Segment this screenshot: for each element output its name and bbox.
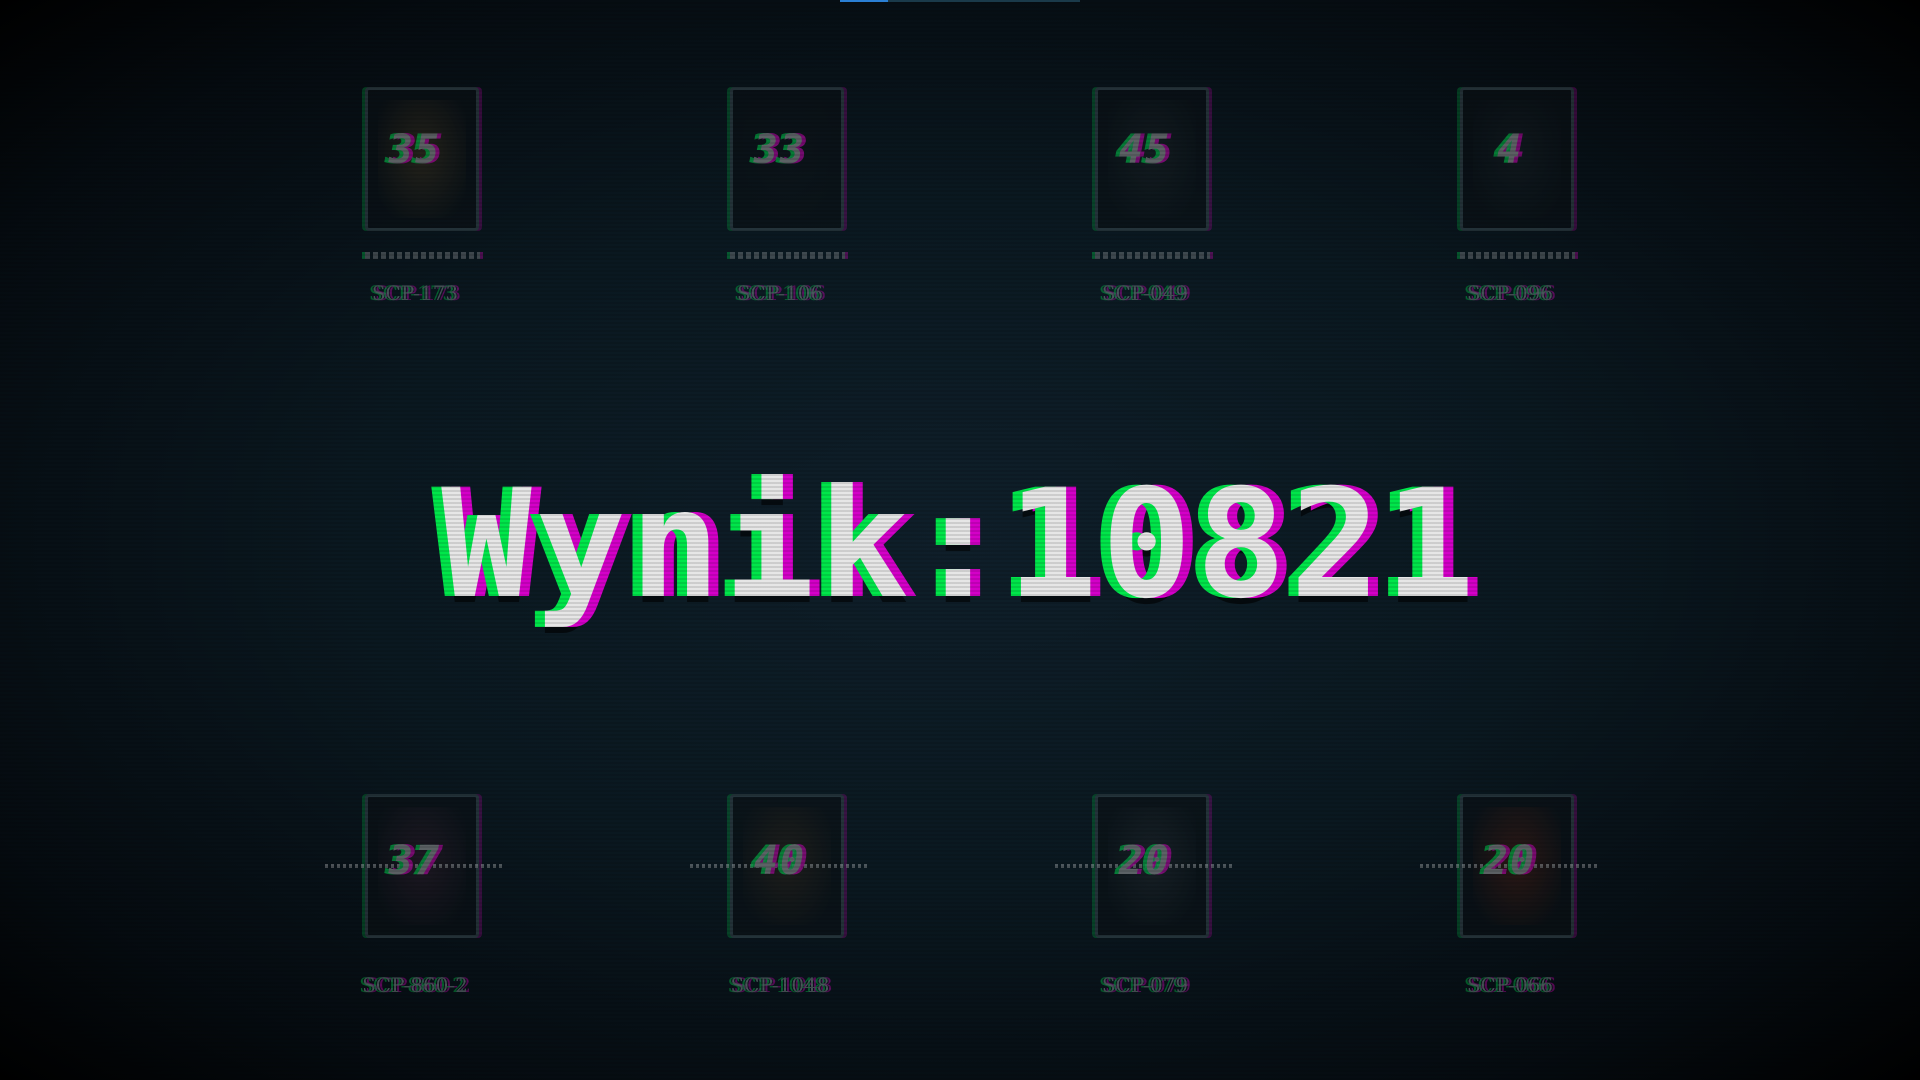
glitch-strip <box>1460 252 1575 259</box>
scp-card[interactable]: 45 SCP-049 <box>1045 85 1245 315</box>
score-label: Wynik <box>441 458 913 632</box>
card-row-bottom: 37 SCP-860-2 40 SCP-1048 20 SCP-079 20 S… <box>0 794 1920 1026</box>
loading-progress-fill <box>840 0 888 2</box>
card-label: SCP-096 <box>1466 281 1554 305</box>
card-code: 45 <box>1118 127 1172 173</box>
score-screen: 35 SCP-173 33 SCP-106 45 SCP-049 4 SCP-0… <box>0 0 1920 1080</box>
card-code: 37 <box>388 838 442 884</box>
glitch-strip <box>730 252 845 259</box>
card-label: SCP-860-2 <box>362 973 468 997</box>
glitch-strip <box>1095 252 1210 259</box>
scp-card[interactable]: 40 SCP-1048 <box>680 794 880 1026</box>
score-separator: : <box>912 458 1008 632</box>
card-code: 20 <box>1483 838 1537 884</box>
card-label: SCP-106 <box>736 281 824 305</box>
scp-card[interactable]: 20 SCP-079 <box>1045 794 1245 1026</box>
card-label: SCP-079 <box>1101 973 1189 997</box>
scp-card[interactable]: 37 SCP-860-2 <box>315 794 515 1026</box>
scp-card[interactable]: 4 SCP-096 <box>1410 85 1610 315</box>
card-code: 20 <box>1118 838 1172 884</box>
scp-card[interactable]: 33 SCP-106 <box>680 85 880 315</box>
glitch-strip <box>365 252 480 259</box>
card-code: 4 <box>1496 127 1524 173</box>
card-code: 40 <box>753 838 807 884</box>
score-value: 10821 <box>1007 458 1479 632</box>
loading-progress-bar <box>840 0 1080 2</box>
card-code: 33 <box>753 127 807 173</box>
card-row-top: 35 SCP-173 33 SCP-106 45 SCP-049 4 SCP-0… <box>0 85 1920 315</box>
card-label: SCP-1048 <box>730 973 830 997</box>
card-code: 35 <box>388 127 442 173</box>
card-label: SCP-049 <box>1101 281 1189 305</box>
scp-card[interactable]: 35 SCP-173 <box>315 85 515 315</box>
scp-card[interactable]: 20 SCP-066 <box>1410 794 1610 1026</box>
card-label: SCP-173 <box>371 281 459 305</box>
score-display: Wynik:10821 <box>0 470 1920 620</box>
card-label: SCP-066 <box>1466 973 1554 997</box>
